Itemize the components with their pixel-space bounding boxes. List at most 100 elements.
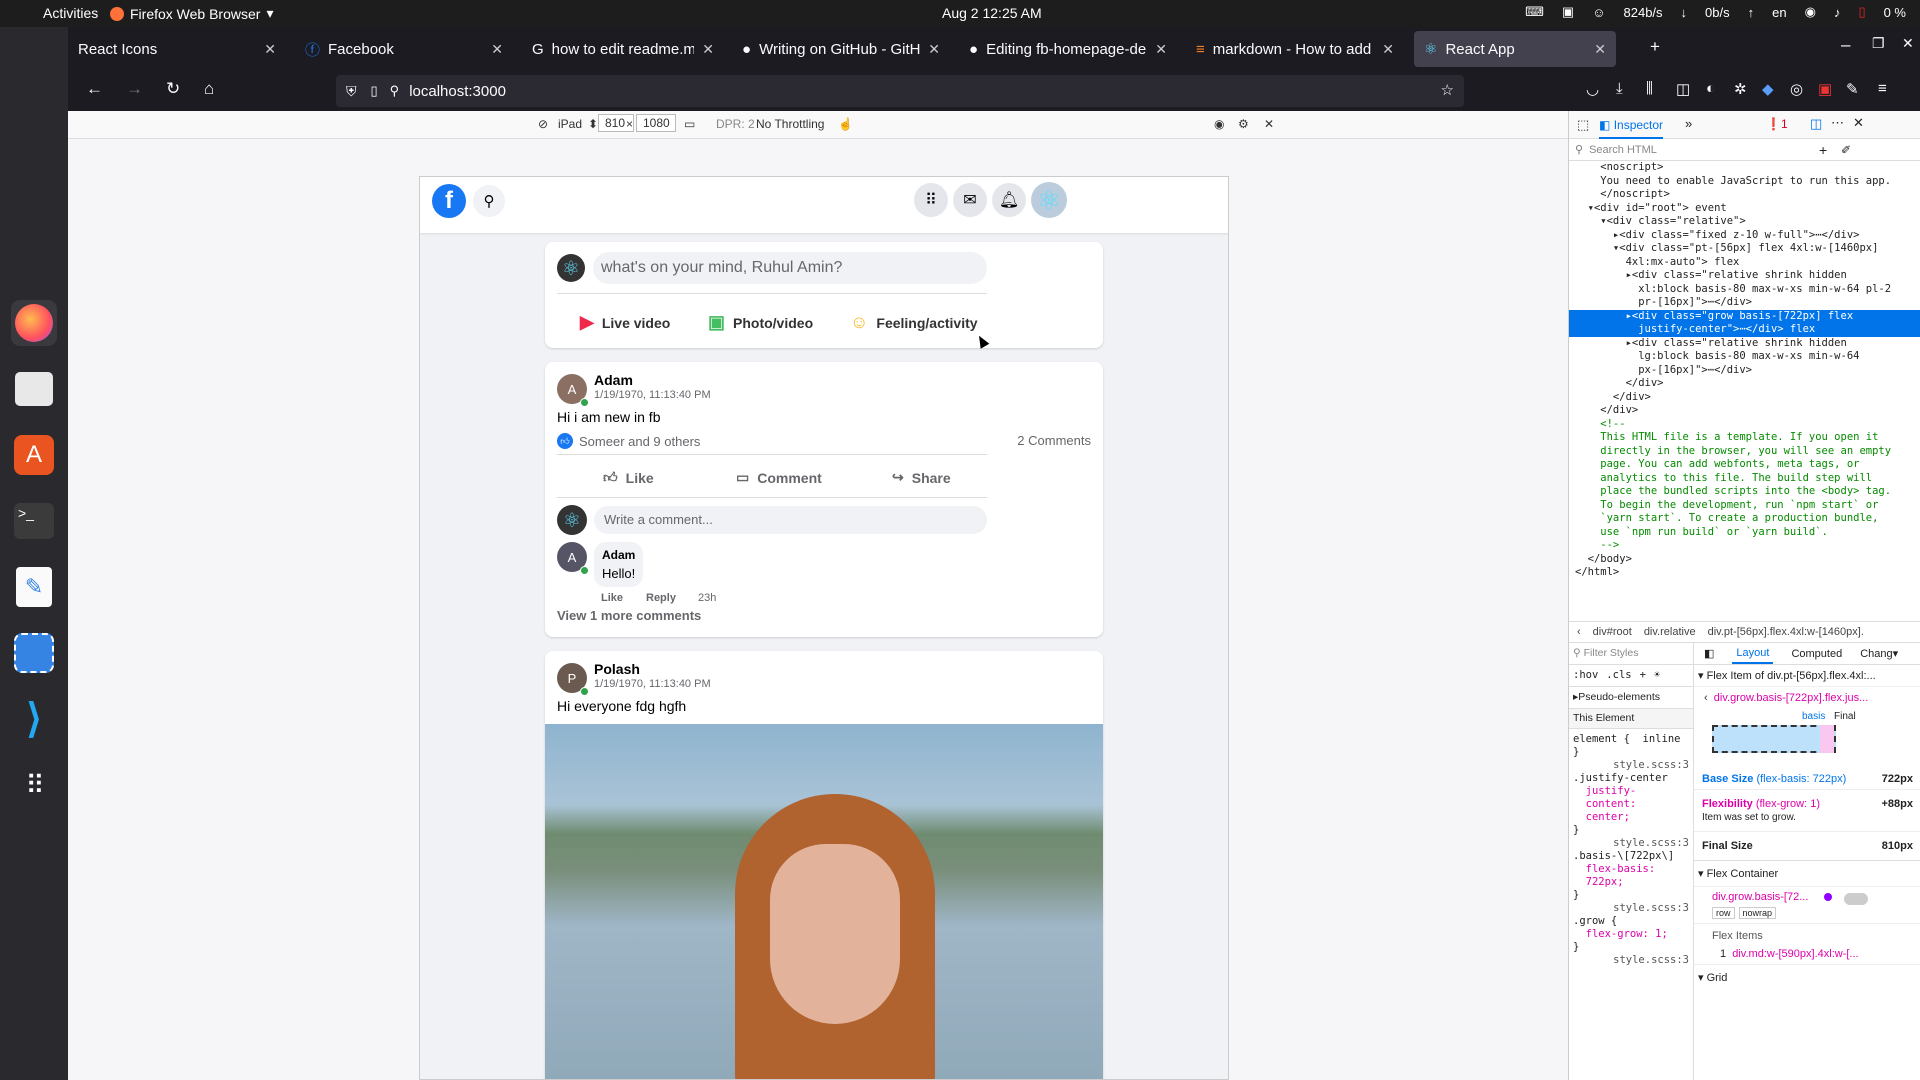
device-select[interactable]: iPad [558,117,582,131]
like-button[interactable]: 👍︎ Like [603,469,654,486]
html-search-input[interactable]: Search HTML [1589,144,1657,156]
reload-icon[interactable]: ↻ [166,79,180,99]
breadcrumb-item[interactable]: div.relative [1644,626,1696,638]
css-rule-line[interactable]: flex-basis: [1573,863,1689,876]
post-time[interactable]: 1/19/1970, 11:13:40 PM [594,678,711,690]
html-tree-line[interactable]: page. You can add webfonts, meta tags, o… [1569,458,1920,472]
extension-icon[interactable]: ◐ [1706,80,1715,97]
html-tree-line[interactable]: xl:block basis-80 max-w-xs min-w-64 pl-2 [1569,283,1920,297]
menu-grid-icon[interactable]: ⠿ [914,183,948,217]
css-rule-line[interactable]: 722px; [1573,876,1689,889]
html-tree-line[interactable]: ▾<div class="pt-[56px] flex 4xl:w-[1460p… [1569,242,1920,256]
html-tree-line[interactable]: lg:block basis-80 max-w-xs min-w-64 [1569,350,1920,364]
view-more-comments[interactable]: View 1 more comments [557,608,701,623]
extension-icon[interactable]: ▣ [1818,80,1832,98]
html-tree-line[interactable]: </body> [1569,553,1920,567]
breadcrumb-item[interactable]: div.pt-[56px].flex.4xl:w-[1460px]. [1708,626,1864,638]
html-tree-line[interactable]: ▸<div class="relative shrink hidden [1569,269,1920,283]
color-swatch[interactable] [1824,893,1832,901]
comment-button[interactable]: ▭ Comment [736,469,822,486]
add-rule-icon[interactable]: + [1640,669,1646,682]
tab-google[interactable]: Ghow to edit readme.md - ✕ [522,31,724,67]
screenshot-button-icon[interactable]: ◉ [1214,117,1224,131]
html-tree-line[interactable]: justify-center">⋯</div> flex [1569,323,1920,337]
tab-stackoverflow[interactable]: ≡ markdown - How to add ✕ [1186,31,1404,67]
tab-github-writing[interactable]: ● Writing on GitHub - GitHu ✕ [732,31,950,67]
html-tree-line[interactable]: 4xl:mx-auto"> flex [1569,256,1920,270]
pocket-icon[interactable]: ◡ [1586,80,1599,98]
html-tree-line[interactable]: `yarn start`. To create a production bun… [1569,512,1920,526]
tab-facebook[interactable]: ⓕ Facebook ✕ [295,31,513,67]
html-tree-line[interactable]: You need to enable JavaScript to run thi… [1569,175,1920,189]
facebook-logo-icon[interactable]: f [432,184,466,218]
vscode-icon[interactable]: ⟩ [11,696,57,742]
css-rule-line[interactable]: style.scss:3 [1573,902,1689,915]
close-icon[interactable]: ✕ [928,41,940,58]
css-rule-line[interactable]: justify- [1573,785,1689,798]
tab-react-app[interactable]: ⚛ React App ✕ [1414,31,1616,67]
html-tree-line[interactable]: ▸<div class="grow basis-[722px] flex [1569,309,1920,323]
language[interactable]: en [1772,5,1786,20]
messenger-icon[interactable]: ✉ [953,183,987,217]
system-tray[interactable]: ⌨ ▣ ☺ 824b/s ↓ 0b/s ↑ en ◉ ♪ ▯ 0 % [1525,4,1906,20]
html-tree-line[interactable]: ▸<div class="fixed z-10 w-full">⋯</div> [1569,229,1920,243]
filter-styles-input[interactable]: Filter Styles [1584,647,1639,660]
height-input[interactable]: 1080 [636,114,676,132]
shield-icon[interactable]: ⛨ [346,83,357,100]
dpr-select[interactable]: DPR: 2 [716,117,755,131]
firefox-icon[interactable] [11,300,57,346]
extension-icon[interactable]: ✎ [1846,80,1859,98]
html-tree-line[interactable]: ▸<div class="relative shrink hidden [1569,337,1920,351]
html-tree-line[interactable]: pr-[16px]">⋯</div> [1569,296,1920,310]
css-rule-line[interactable]: element { inline [1573,733,1689,746]
html-tree-line[interactable]: </html> [1569,566,1920,580]
css-rule-line[interactable]: flex-grow: 1; [1573,928,1689,941]
close-icon[interactable]: ✕ [1382,41,1394,58]
tab-inspector[interactable]: ◧ Inspector [1599,115,1664,139]
minimize-icon[interactable]: – [1841,35,1850,55]
html-tree-line[interactable]: </div> [1569,391,1920,405]
flex-container-header[interactable]: ▾ Flex Container [1694,861,1920,887]
html-tree-line[interactable]: --> [1569,539,1920,553]
html-tree-line[interactable]: <noscript> [1569,161,1920,175]
search-icon[interactable]: ⚲ [473,185,505,217]
css-rule-line[interactable]: style.scss:3 [1573,954,1689,967]
html-tree-line[interactable]: px-[16px]">⋯</div> [1569,364,1920,378]
css-rule-line[interactable]: style.scss:3 [1573,837,1689,850]
live-video-button[interactable]: ▶ Live video [580,312,670,333]
chevron-left-icon[interactable]: ‹ [1577,626,1581,638]
share-button[interactable]: ↪ Share [892,469,951,486]
close-icon[interactable]: ✕ [1155,41,1167,58]
css-rule-line[interactable]: content: [1573,798,1689,811]
post-author[interactable]: Polash [594,661,640,677]
sidebar-icon[interactable]: ◫ [1676,80,1690,98]
comments-count[interactable]: 2 Comments [1017,433,1091,448]
hov-toggle[interactable]: :hov [1573,669,1598,682]
more-tools-icon[interactable]: » [1685,116,1692,131]
html-tree-line[interactable]: place the bundled scripts into the <body… [1569,485,1920,499]
url-bar[interactable]: ⛨ ▯ ⚲ localhost:3000 ☆ [336,75,1464,107]
comment-author[interactable]: Adam [602,548,635,562]
clock[interactable]: Aug 2 12:25 AM [942,5,1042,21]
css-rule-line[interactable]: style.scss:3 [1573,759,1689,772]
breadcrumb-item[interactable]: div#root [1593,626,1632,638]
post-image[interactable] [545,724,1103,1079]
html-tree-line[interactable]: ▾<div class="relative"> [1569,215,1920,229]
page-info-icon[interactable]: ▯ [371,83,378,99]
terminal-icon[interactable]: >_ [11,498,57,544]
grid-header[interactable]: ▾ Grid [1694,964,1920,990]
rules-list[interactable]: element { inline} style.scss:3 .justify-ce… [1569,729,1693,971]
html-tree-line[interactable]: </div> [1569,377,1920,391]
apps-grid-icon[interactable]: ⠿ [11,762,57,808]
filter-styles[interactable]: ⚲ Filter Styles [1569,643,1693,665]
html-tree-line[interactable]: <!-- [1569,418,1920,432]
activities-button[interactable]: Activities [43,5,98,21]
dock-icon[interactable]: ◫ [1810,116,1822,132]
composer-input[interactable]: what's on your mind, Ruhul Amin? [593,252,987,284]
css-rule-line[interactable]: } [1573,824,1689,837]
html-tree-line[interactable]: </noscript> [1569,188,1920,202]
bookmark-star-icon[interactable]: ☆ [1441,81,1454,99]
home-icon[interactable]: ⌂ [204,79,214,99]
html-tree-line[interactable]: analytics to this file. The build step w… [1569,472,1920,486]
css-rule-line[interactable]: .grow { [1573,915,1689,928]
